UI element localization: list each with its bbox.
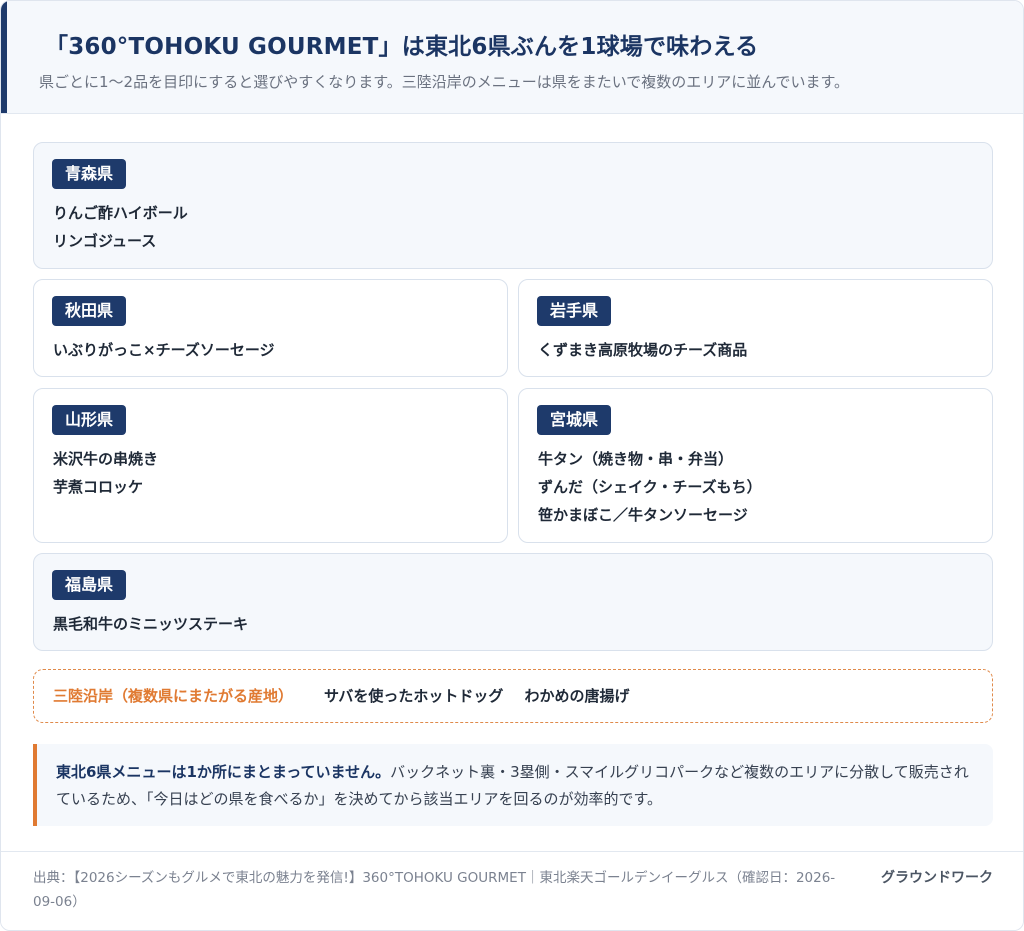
menu-card: 「360°TOHOKU GOURMET」は東北6県ぶんを1球場で味わえる 県ごと… xyxy=(0,0,1024,931)
prefecture-fukushima: 福島県 黒毛和牛のミニッツステーキ xyxy=(33,553,993,651)
menu-item: わかめの唐揚げ xyxy=(524,687,630,705)
menu-item: いぶりがっこ×チーズソーセージ xyxy=(53,341,275,359)
menu-item: 米沢牛の串焼き xyxy=(53,450,159,468)
menu-item: 牛タン（焼き物・串・弁当） xyxy=(538,450,734,468)
menu-item: リンゴジュース xyxy=(53,232,157,250)
note-lead: 東北6県メニューは1か所にまとまっていません。 xyxy=(56,763,391,781)
prefecture-tag: 青森県 xyxy=(52,159,127,189)
prefecture-tag: 秋田県 xyxy=(52,296,127,326)
prefecture-iwate: 岩手県 くずまき高原牧場のチーズ商品 xyxy=(518,279,993,377)
note-callout: 東北6県メニューは1か所にまとまっていません。バックネット裏・3塁側・スマイルグ… xyxy=(33,744,993,826)
menu-item: ずんだ（シェイク・チーズもち） xyxy=(538,478,762,496)
sanriku-coast-box: 三陸沿岸（複数県にまたがる産地） サバを使ったホットドッグ わかめの唐揚げ xyxy=(33,669,993,723)
prefecture-tag: 岩手県 xyxy=(537,296,612,326)
page-title: 「360°TOHOKU GOURMET」は東北6県ぶんを1球場で味わえる xyxy=(45,34,759,60)
header-accent-bar xyxy=(1,1,7,113)
menu-item: 笹かまぼこ／牛タンソーセージ xyxy=(538,506,748,524)
sanriku-label: 三陸沿岸（複数県にまたがる産地） xyxy=(53,687,294,705)
menu-item: 黒毛和牛のミニッツステーキ xyxy=(53,615,249,633)
source-citation: 出典：【2026シーズンもグルメで東北の魅力を発信!】360°TOHOKU GO… xyxy=(33,870,836,910)
prefecture-aomori: 青森県 りんご酢ハイボール リンゴジュース xyxy=(33,142,993,269)
menu-item: 芋煮コロッケ xyxy=(53,478,144,496)
prefecture-tag: 宮城県 xyxy=(537,405,612,435)
prefecture-tag: 山形県 xyxy=(52,405,127,435)
brand-name: グラウンドワーク xyxy=(881,870,993,886)
note-text: 東北6県メニューは1か所にまとまっていません。バックネット裏・3塁側・スマイルグ… xyxy=(56,759,976,813)
menu-item: りんご酢ハイボール xyxy=(53,204,188,222)
sanriku-items: サバを使ったホットドッグ わかめの唐揚げ xyxy=(324,685,646,706)
prefecture-akita: 秋田県 いぶりがっこ×チーズソーセージ xyxy=(33,279,508,377)
header: 「360°TOHOKU GOURMET」は東北6県ぶんを1球場で味わえる 県ごと… xyxy=(1,1,1023,114)
prefecture-tag: 福島県 xyxy=(52,570,127,600)
menu-item: サバを使ったホットドッグ xyxy=(324,687,504,705)
menu-item: くずまき高原牧場のチーズ商品 xyxy=(538,341,748,359)
page-subtitle: 県ごとに1〜2品を目印にすると選びやすくなります。三陸沿岸のメニューは県をまたい… xyxy=(39,73,850,91)
prefecture-yamagata: 山形県 米沢牛の串焼き 芋煮コロッケ xyxy=(33,388,508,543)
footer: 出典：【2026シーズンもグルメで東北の魅力を発信!】360°TOHOKU GO… xyxy=(1,851,1023,930)
prefecture-miyagi: 宮城県 牛タン（焼き物・串・弁当） ずんだ（シェイク・チーズもち） 笹かまぼこ／… xyxy=(518,388,993,543)
